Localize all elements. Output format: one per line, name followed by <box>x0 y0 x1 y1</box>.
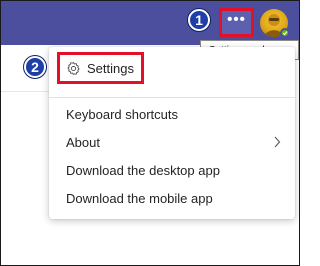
gear-icon <box>66 61 81 76</box>
menu-item-label: Download the desktop app <box>66 162 220 178</box>
chevron-right-icon <box>273 136 281 148</box>
settings-and-more-button[interactable]: ••• <box>219 8 254 37</box>
menu-item-label: About <box>66 134 100 150</box>
presence-available-icon <box>280 28 290 38</box>
menu-item-label: Keyboard shortcuts <box>66 106 179 122</box>
menu-separator <box>49 97 295 98</box>
settings-label: Settings <box>87 60 134 76</box>
divider <box>1 91 49 92</box>
app-frame: 1 ••• Settings and more Settings Keyboar… <box>0 0 300 266</box>
step-badge-1: 1 <box>188 9 210 31</box>
menu-item-about[interactable]: About <box>49 128 295 156</box>
menu-item-download-mobile-app[interactable]: Download the mobile app <box>49 184 295 212</box>
menu-item-label: Download the mobile app <box>66 190 213 206</box>
app-header <box>1 1 299 45</box>
step-badge-2: 2 <box>24 56 46 78</box>
more-icon: ••• <box>227 11 246 28</box>
settings-menu: Settings Keyboard shortcuts About Downlo… <box>49 47 295 219</box>
settings-menu-item[interactable]: Settings <box>57 52 144 84</box>
menu-item-download-desktop-app[interactable]: Download the desktop app <box>49 156 295 184</box>
menu-item-keyboard-shortcuts[interactable]: Keyboard shortcuts <box>49 100 295 128</box>
